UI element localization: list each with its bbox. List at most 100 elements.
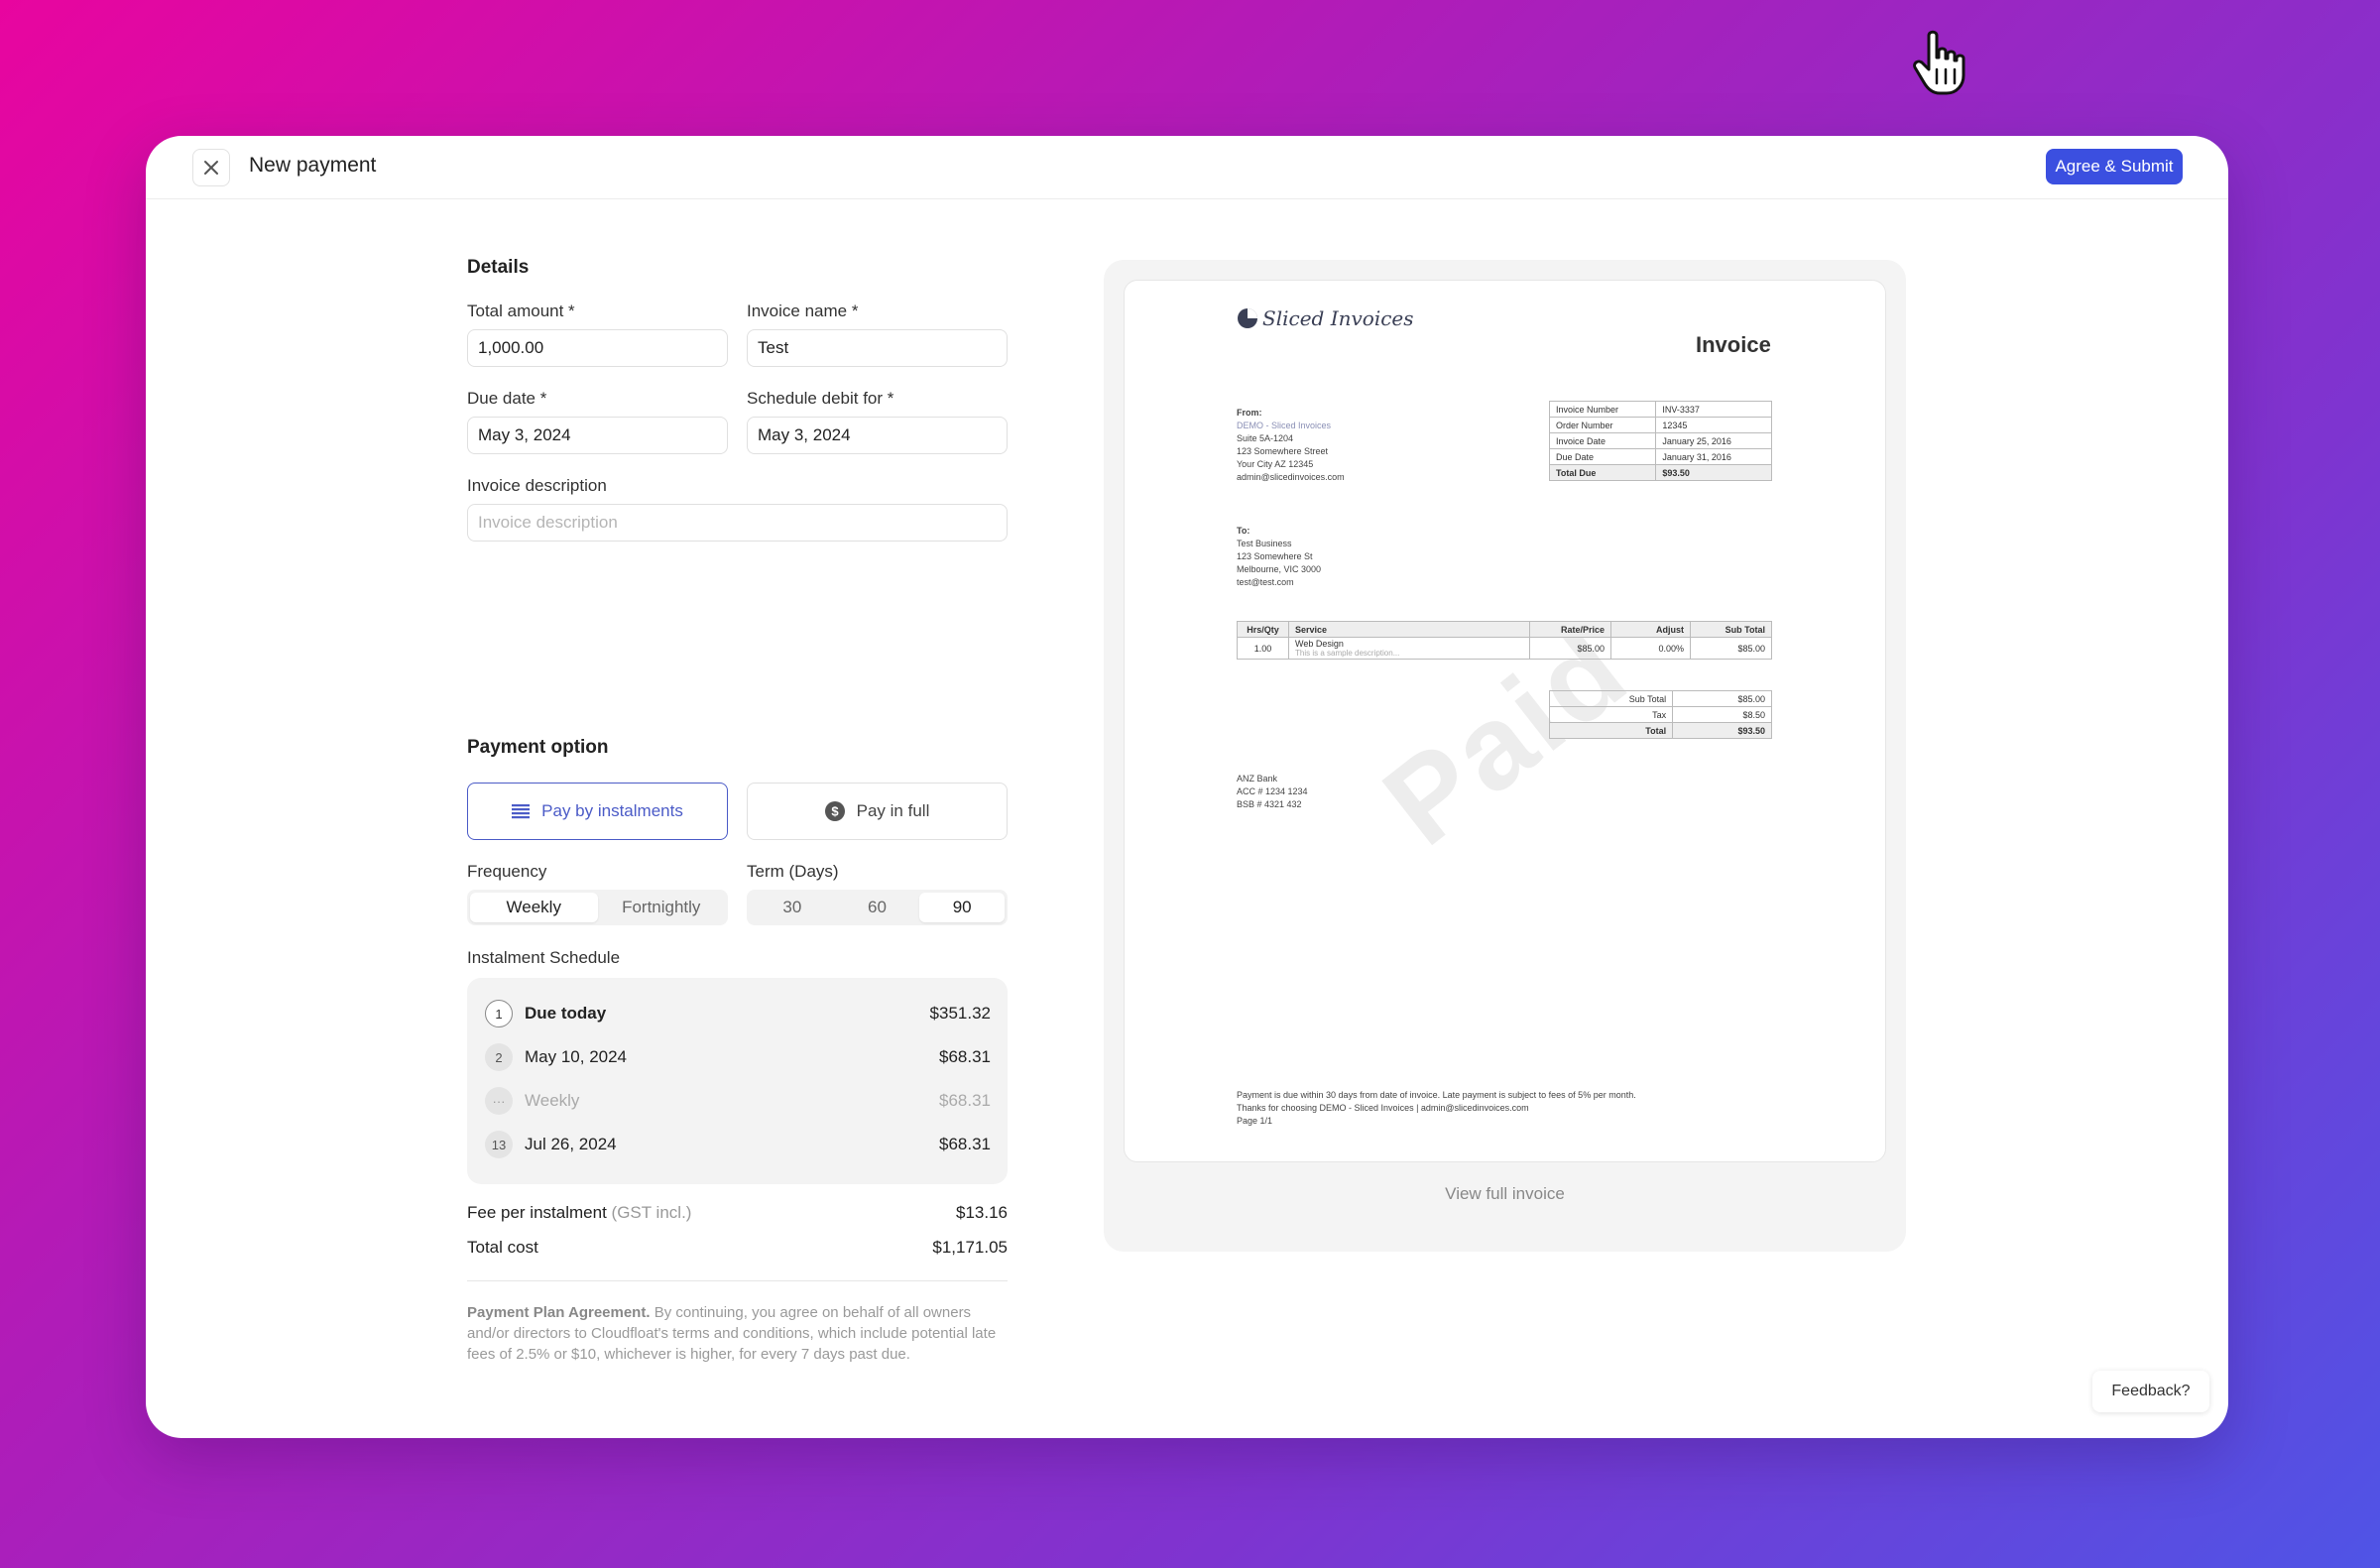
footer-line: Page 1/1 xyxy=(1237,1116,1273,1126)
invoice-preview[interactable]: Paid Sliced Invoices Invoice From: DEMO … xyxy=(1124,280,1886,1162)
logo-text: Sliced Invoices xyxy=(1262,306,1414,330)
item-qty: 1.00 xyxy=(1237,637,1289,660)
invoice-footer: Payment is due within 30 days from date … xyxy=(1237,1089,1636,1128)
agree-submit-button[interactable]: Agree & Submit xyxy=(2046,149,2183,184)
col-adjust: Adjust xyxy=(1610,621,1691,638)
schedule-step-number: 1 xyxy=(485,1000,513,1027)
meta-row: Due Date January 31, 2016 xyxy=(1548,448,1772,465)
frequency-label: Frequency xyxy=(467,862,547,881)
sliced-invoices-logo: Sliced Invoices xyxy=(1237,306,1414,330)
from-line: 123 Somewhere Street xyxy=(1237,446,1329,456)
to-line: Test Business xyxy=(1237,539,1292,548)
pay-by-instalments-option[interactable]: Pay by instalments xyxy=(467,783,728,840)
totals-value: $93.50 xyxy=(1672,722,1772,739)
from-label: From: xyxy=(1237,408,1262,418)
total-amount-input[interactable]: 1,000.00 xyxy=(467,329,728,367)
totals-row: Tax $8.50 xyxy=(1548,706,1772,723)
from-line: admin@slicedinvoices.com xyxy=(1237,472,1345,482)
bank-line: ACC # 1234 1234 xyxy=(1237,786,1308,796)
totals-table: Sub Total $85.00 Tax $8.50 Total $93.50 xyxy=(1548,690,1772,739)
term-90[interactable]: 90 xyxy=(919,893,1006,922)
top-bar: New payment Agree & Submit xyxy=(146,136,2228,199)
details-heading: Details xyxy=(467,257,530,278)
meta-key: Invoice Number xyxy=(1548,401,1657,418)
gst-note: (GST incl.) xyxy=(611,1203,692,1222)
close-button[interactable] xyxy=(192,149,230,186)
item-service: Web Design xyxy=(1295,639,1344,649)
term-toggle: 30 60 90 xyxy=(747,890,1008,925)
invoice-doc-title: Invoice xyxy=(1696,332,1771,357)
total-amount-group: Total amount * 1,000.00 xyxy=(467,302,728,367)
totals-row: Sub Total $85.00 xyxy=(1548,690,1772,707)
total-amount-label: Total amount * xyxy=(467,302,575,320)
meta-value: $93.50 xyxy=(1655,464,1772,481)
description-group: Invoice description Invoice description xyxy=(467,476,1008,542)
due-date-label: Due date * xyxy=(467,389,547,408)
items-header: Hrs/Qty Service Rate/Price Adjust Sub To… xyxy=(1237,621,1772,638)
term-30[interactable]: 30 xyxy=(750,893,835,922)
meta-value: January 25, 2016 xyxy=(1655,432,1772,449)
pay-in-full-label: Pay in full xyxy=(856,801,930,820)
description-input[interactable]: Invoice description xyxy=(467,504,1008,542)
to-line: test@test.com xyxy=(1237,577,1294,587)
view-full-invoice-link[interactable]: View full invoice xyxy=(1104,1184,1906,1204)
schedule-row: 2 May 10, 2024 $68.31 xyxy=(485,1041,991,1073)
term-60[interactable]: 60 xyxy=(835,893,920,922)
total-cost-row: Total cost $1,171.05 xyxy=(467,1238,1008,1258)
fee-label-text: Fee per instalment xyxy=(467,1203,607,1222)
due-date-input[interactable]: May 3, 2024 xyxy=(467,417,728,454)
item-adjust: 0.00% xyxy=(1610,637,1691,660)
meta-value: 12345 xyxy=(1655,417,1772,433)
item-rate: $85.00 xyxy=(1529,637,1611,660)
totals-row: Total $93.50 xyxy=(1548,722,1772,739)
schedule-debit-input[interactable]: May 3, 2024 xyxy=(747,417,1008,454)
divider xyxy=(467,1280,1008,1281)
schedule-row: ··· Weekly $68.31 xyxy=(485,1085,991,1117)
instalment-schedule: 1 Due today $351.32 2 May 10, 2024 $68.3… xyxy=(467,978,1008,1184)
footer-line: Thanks for choosing DEMO - Sliced Invoic… xyxy=(1237,1103,1529,1113)
to-block: To: Test Business 123 Somewhere St Melbo… xyxy=(1237,525,1321,589)
invoice-preview-card: Paid Sliced Invoices Invoice From: DEMO … xyxy=(1104,260,1906,1252)
item-subtotal: $85.00 xyxy=(1690,637,1772,660)
payment-option-heading: Payment option xyxy=(467,737,609,758)
footer-line: Payment is due within 30 days from date … xyxy=(1237,1090,1636,1100)
from-line: DEMO - Sliced Invoices xyxy=(1237,421,1332,430)
feedback-button[interactable]: Feedback? xyxy=(2092,1371,2209,1412)
invoice-name-input[interactable]: Test xyxy=(747,329,1008,367)
frequency-fortnightly[interactable]: Fortnightly xyxy=(598,893,726,922)
schedule-amount: $351.32 xyxy=(929,1004,991,1023)
from-line: Your City AZ 12345 xyxy=(1237,459,1314,469)
to-label: To: xyxy=(1237,526,1250,536)
schedule-amount: $68.31 xyxy=(939,1047,991,1066)
schedule-debit-label: Schedule debit for * xyxy=(747,389,894,408)
schedule-amount: $68.31 xyxy=(939,1091,991,1110)
schedule-date: Weekly xyxy=(525,1091,580,1110)
to-line: Melbourne, VIC 3000 xyxy=(1237,564,1322,574)
frequency-weekly[interactable]: Weekly xyxy=(470,893,598,922)
line-items-table: Hrs/Qty Service Rate/Price Adjust Sub To… xyxy=(1237,621,1772,660)
meta-row: Invoice Date January 25, 2016 xyxy=(1548,432,1772,449)
schedule-step-number: 2 xyxy=(485,1043,513,1071)
col-service: Service xyxy=(1288,621,1530,638)
totals-value: $85.00 xyxy=(1672,690,1772,707)
bank-line: ANZ Bank xyxy=(1237,774,1278,784)
pie-logo-icon xyxy=(1238,308,1257,328)
pay-in-full-option[interactable]: $ Pay in full xyxy=(747,783,1008,840)
due-date-group: Due date * May 3, 2024 xyxy=(467,389,728,454)
totals-key: Sub Total xyxy=(1548,690,1674,707)
to-line: 123 Somewhere St xyxy=(1237,551,1313,561)
term-label: Term (Days) xyxy=(747,862,839,881)
schedule-step-number: ··· xyxy=(485,1087,513,1115)
fee-value: $13.16 xyxy=(956,1203,1008,1222)
schedule-amount: $68.31 xyxy=(939,1135,991,1153)
col-rate: Rate/Price xyxy=(1529,621,1611,638)
col-subtotal: Sub Total xyxy=(1690,621,1772,638)
dollar-circle-icon: $ xyxy=(824,801,845,821)
pay-by-instalments-label: Pay by instalments xyxy=(541,801,683,820)
item-desc: This is a sample description... xyxy=(1295,649,1400,658)
bank-line: BSB # 4321 432 xyxy=(1237,799,1302,809)
from-block: From: DEMO - Sliced Invoices Suite 5A-12… xyxy=(1237,407,1345,484)
line-item-row: 1.00 Web Design This is a sample descrip… xyxy=(1237,637,1772,660)
payment-window: New payment Agree & Submit Details Total… xyxy=(146,136,2228,1438)
meta-row: Invoice Number INV-3337 xyxy=(1548,401,1772,418)
